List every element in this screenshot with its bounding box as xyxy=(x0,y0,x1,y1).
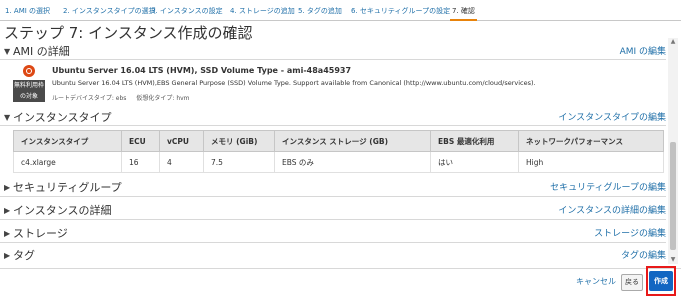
ubuntu-logo-icon xyxy=(23,65,35,77)
vertical-scrollbar[interactable]: ▲ ▼ xyxy=(668,38,678,264)
ami-details-header[interactable]: ▼ AMI の詳細 AMI の編集 xyxy=(0,44,666,60)
instance-details-header[interactable]: ▶ インスタンスの詳細 インスタンスの詳細の編集 xyxy=(0,203,666,219)
instance-details-title: インスタンスの詳細 xyxy=(13,204,112,217)
table-header-row: インスタンスタイプ ECU vCPU メモリ (GiB) インスタンス ストレー… xyxy=(13,130,664,152)
table-cell: EBS のみ xyxy=(274,151,431,173)
security-groups-title: セキュリティグループ xyxy=(13,181,122,194)
tab-review[interactable]: 7. 確認 xyxy=(450,4,477,21)
edit-security-groups-link[interactable]: セキュリティグループの編集 xyxy=(550,180,666,196)
table-cell: High xyxy=(518,151,664,173)
edit-instance-details-link[interactable]: インスタンスの詳細の編集 xyxy=(558,203,666,219)
table-cell: はい xyxy=(430,151,519,173)
scroll-down-icon[interactable]: ▼ xyxy=(668,256,678,264)
table-cell: 4 xyxy=(159,151,204,173)
edit-tags-link[interactable]: タグの編集 xyxy=(621,248,666,264)
security-groups-header[interactable]: ▶ セキュリティグループ セキュリティグループの編集 xyxy=(0,180,666,196)
virtualization-type: 仮想化タイプ: hvm xyxy=(136,95,190,102)
ami-description: Ubuntu Server 16.04 LTS (HVM),EBS Genera… xyxy=(52,79,536,87)
storage-header[interactable]: ▶ ストレージ ストレージの編集 xyxy=(0,226,666,242)
ami-name: Ubuntu Server 16.04 LTS (HVM), SSD Volum… xyxy=(52,66,352,75)
tab-security-group[interactable]: 6. セキュリティグループの設定 xyxy=(351,4,450,18)
back-button[interactable]: 戻る xyxy=(621,274,643,291)
storage-title: ストレージ xyxy=(13,227,68,240)
launch-button[interactable]: 作成 xyxy=(649,271,673,291)
scroll-up-icon[interactable]: ▲ xyxy=(668,38,678,46)
table-cell: 16 xyxy=(121,151,160,173)
ami-meta: ルートデバイスタイプ: ebs 仮想化タイプ: hvm xyxy=(52,93,190,102)
scrollbar-thumb[interactable] xyxy=(670,142,676,250)
caret-right-icon: ▶ xyxy=(4,229,11,238)
caret-down-icon: ▼ xyxy=(4,113,11,122)
divider xyxy=(0,125,666,126)
edit-ami-link[interactable]: AMI の編集 xyxy=(620,44,666,60)
divider xyxy=(0,242,666,243)
column-header: ECU xyxy=(121,130,160,152)
instance-type-header[interactable]: ▼ インスタンスタイプ インスタンスタイプの編集 xyxy=(0,110,666,126)
column-header: vCPU xyxy=(159,130,204,152)
tags-title: タグ xyxy=(13,249,35,262)
tab-add-tags[interactable]: 5. タグの追加 xyxy=(298,4,342,18)
free-tier-badge-line1: 無料利用枠 xyxy=(13,82,44,89)
table-row: c4.xlarge 16 4 7.5 EBS のみ はい High xyxy=(13,151,664,173)
free-tier-badge-line2: の対象 xyxy=(19,93,38,100)
edit-instance-type-link[interactable]: インスタンスタイプの編集 xyxy=(558,110,666,126)
instance-type-title: インスタンスタイプ xyxy=(13,111,112,124)
table-cell: 7.5 xyxy=(203,151,275,173)
divider xyxy=(0,219,666,220)
instance-type-table: インスタンスタイプ ECU vCPU メモリ (GiB) インスタンス ストレー… xyxy=(13,130,664,173)
divider xyxy=(0,196,666,197)
cancel-link[interactable]: キャンセル xyxy=(576,276,616,287)
tab-add-storage[interactable]: 4. ストレージの追加 xyxy=(230,4,295,18)
column-header: インスタンスタイプ xyxy=(13,130,122,152)
wizard-tabs: 1. AMI の選択 2. インスタンスタイプの選択 3. インスタンスの設定 … xyxy=(0,0,681,21)
caret-right-icon: ▶ xyxy=(4,183,11,192)
ami-details-title: AMI の詳細 xyxy=(13,45,70,58)
tab-choose-ami[interactable]: 1. AMI の選択 xyxy=(5,4,50,18)
divider xyxy=(0,59,666,60)
caret-right-icon: ▶ xyxy=(4,251,11,260)
free-tier-badge: 無料利用枠 の対象 xyxy=(13,80,45,102)
column-header: インスタンス ストレージ (GB) xyxy=(274,130,431,152)
edit-storage-link[interactable]: ストレージの編集 xyxy=(594,226,666,242)
column-header: メモリ (GiB) xyxy=(203,130,275,152)
root-device-type: ルートデバイスタイプ: ebs xyxy=(52,95,127,102)
footer-divider xyxy=(0,268,681,269)
tags-header[interactable]: ▶ タグ タグの編集 xyxy=(0,248,666,264)
tab-choose-instance-type[interactable]: 2. インスタンスタイプの選択 xyxy=(63,4,156,18)
column-header: EBS 最適化利用 xyxy=(430,130,519,152)
column-header: ネットワークパフォーマンス xyxy=(518,130,664,152)
caret-down-icon: ▼ xyxy=(4,47,11,56)
caret-right-icon: ▶ xyxy=(4,206,11,215)
table-cell: c4.xlarge xyxy=(13,151,122,173)
page-title: ステップ 7: インスタンス作成の確認 xyxy=(4,24,253,42)
tab-configure-instance[interactable]: 3. インスタンスの設定 xyxy=(151,4,223,18)
